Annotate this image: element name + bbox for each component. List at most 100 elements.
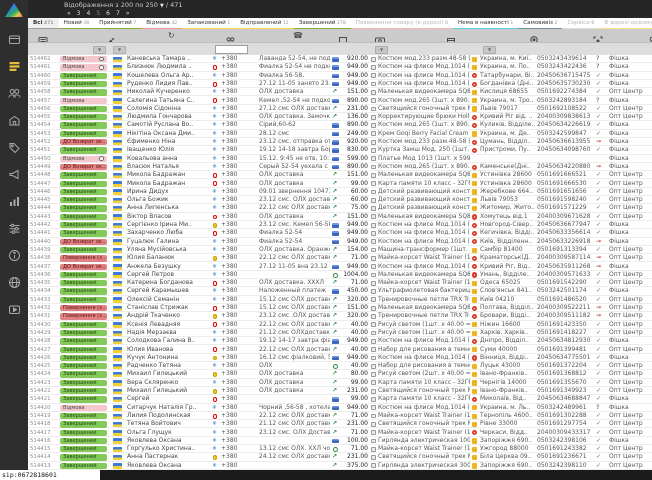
table-row[interactable]: 514421ЗавершенийСергей+38099.00Карта пам…: [28, 395, 652, 403]
delivery-address: Полтава, Відділ..: [480, 304, 535, 312]
table-row[interactable]: 514431Повернення (з..Андрій Ткаченко+380…: [28, 312, 652, 320]
product-name: Рисуй светом (1шт. х 40.00 = 40..: [378, 321, 470, 329]
table-row[interactable]: 514435ЗавершенийКатерина Богданова+380ОЛ…: [28, 279, 652, 287]
page-5-button[interactable]: 5: [93, 10, 103, 17]
table-row[interactable]: 514424ЗавершенийМихаил Гилецький+380ОЛХ …: [28, 370, 652, 378]
table-row[interactable]: 514419ЗавершенийЛилия Подолинская+38022.…: [28, 412, 652, 420]
table-row[interactable]: 514427ЗавершенийЮлия Иванова+38022.12 см…: [28, 346, 652, 354]
table-row[interactable]: 514448ЗавершенийМикола Бадражан+380ОЛХ д…: [28, 171, 652, 179]
table-row[interactable]: 514414ЗавершенийАнна Пастернак+38024.12 …: [28, 453, 652, 461]
delivery-status-icon: ✓: [596, 321, 606, 329]
contacts-icon[interactable]: [0, 78, 28, 105]
table-row[interactable]: 514420ВідмоваСитарчук Наталія Гр..✳+380Ч…: [28, 404, 652, 412]
column-phone-icon[interactable]: ☎: [293, 31, 303, 41]
table-row[interactable]: 514425ЗавершенийРадченко Тетяна✳+380ОЛХ4…: [28, 362, 652, 370]
product-name: Майка-корсет Waist Trainer (1ш..: [378, 254, 470, 262]
tab-5[interactable]: Відправлений12: [235, 18, 294, 29]
page-last-button[interactable]: »: [123, 10, 133, 17]
table-row[interactable]: 514429ЗавершенийНадія Мерзаєва✳+38021.12…: [28, 329, 652, 337]
table-row[interactable]: 514434ЗавершенийСергей Карамышев✳+380Нал…: [28, 287, 652, 295]
tab-10[interactable]: Сервіси0: [562, 18, 599, 29]
table-row[interactable]: 514432Повернення (з..Станіслав Стрижак+3…: [28, 304, 652, 312]
order-comment: Фиалка 52-54 не подходит: [259, 63, 330, 71]
table-row[interactable]: 514441ЗавершенийЗахарченко Люба+380Фиалк…: [28, 229, 652, 237]
table-row[interactable]: 514455ЗавершенийЛюдмила Гончарова✳+380ОЛ…: [28, 113, 652, 121]
tab-6[interactable]: Завершений278: [294, 18, 351, 29]
statistics-icon[interactable]: [0, 186, 28, 213]
column-status-refresh-icon[interactable]: ↻: [168, 31, 175, 41]
orders-icon[interactable]: [0, 51, 28, 78]
flag-filter-dropdown[interactable]: ▼: [113, 46, 126, 54]
page-7-button[interactable]: 7: [113, 10, 123, 17]
tab-1[interactable]: Новий48: [59, 18, 95, 29]
table-row[interactable]: 514451ЗавершенийІващенко Юлія✳+38019.12 …: [28, 146, 652, 154]
table-row[interactable]: 514423ЗавершенийВера Скляренко✳+380ОЛХ д…: [28, 379, 652, 387]
video-icon[interactable]: [0, 294, 28, 321]
table-row[interactable]: 514418ЗавершенийТетяна Войтович✳+38021.1…: [28, 420, 652, 428]
ukraine-flag-icon: [113, 181, 122, 186]
announcements-icon[interactable]: [0, 159, 28, 186]
payments-icon[interactable]: [0, 24, 28, 51]
page-3-button[interactable]: 3: [74, 10, 84, 17]
table-row[interactable]: 514438Повернення (з..Юлия Баланюк+38022.…: [28, 254, 652, 262]
table-row[interactable]: 514426ЗавершенийКучук Антонина+38016.12 …: [28, 354, 652, 362]
table-row[interactable]: 514439ЗавершенийУляна Мусійовська✳+380ОЛ…: [28, 246, 652, 254]
sip-number: sip:0672818601: [0, 470, 100, 480]
table-row[interactable]: 514443ЗавершенийВіктор Власов+380ОЛХ дос…: [28, 213, 652, 221]
table-row[interactable]: 514445ЗавершенийОльга Божик✳+38023.12 см…: [28, 196, 652, 204]
browser-globe-icon[interactable]: [0, 267, 28, 294]
table-row[interactable]: 514413ЗавершенийЯковлева Оксана✳+380↗375…: [28, 462, 652, 470]
table-row[interactable]: 514460ЗавершенийКошелева Ольга Ар..✳+380…: [28, 72, 652, 80]
table-row[interactable]: 514459ЗавершенийРуденко Лидия Пав..+3802…: [28, 80, 652, 88]
table-row[interactable]: 514450ВідмоваКовальова анна✳+38015.12. 9…: [28, 155, 652, 163]
table-row[interactable]: 514430ЗавершенийКсенія Левадняя+38022.12…: [28, 321, 652, 329]
page-6-button[interactable]: 6: [103, 10, 113, 17]
table-row[interactable]: 514436ЗавершенийСергей Петров✳+3801004.0…: [28, 271, 652, 279]
page-4-button[interactable]: 4: [84, 10, 94, 17]
table-row[interactable]: 514444ЗавершенийАнна Липенська✳+38022.12…: [28, 204, 652, 212]
table-row[interactable]: 514415ЗавершенийГоргулько Христина..✳+38…: [28, 445, 652, 453]
customer-phone: +380: [221, 63, 250, 71]
order-comment: Чорний ,56-58 , хотела исключ..: [259, 404, 330, 412]
tab-4[interactable]: Запакований1: [182, 18, 235, 29]
tags-icon[interactable]: [0, 132, 28, 159]
page-first-button[interactable]: «: [64, 10, 74, 17]
table-row[interactable]: 514417ЗавершенийОльга Глущук✳+38023.12 с…: [28, 429, 652, 437]
tab-7[interactable]: Повернення товару (в дорозі)0: [351, 18, 453, 29]
table-row[interactable]: 514458ЗавершенийНиколай Кучеренко✳+380ОЛ…: [28, 88, 652, 96]
customer-name: Соломія Сідоніна: [127, 105, 210, 113]
table-row[interactable]: 514422ЗавершенийМихаил Гилецький+380ОЛХ …: [28, 387, 652, 395]
table-row[interactable]: 514440ДО Возврат ок..Гуцалюк Галина✳+380…: [28, 238, 652, 246]
payment-filter-dropdown[interactable]: ▼: [375, 46, 388, 54]
table-row[interactable]: 514452ДО Возврат ок..Єфименко Ніна✳+3802…: [28, 138, 652, 146]
table-row[interactable]: 514453ЗавершенийНікітіна Оксана Дми..✳+3…: [28, 130, 652, 138]
table-row[interactable]: 514447ЗавершенийМикола Бадражан+380ОЛХ д…: [28, 180, 652, 188]
tab-3[interactable]: Відмова42: [141, 18, 182, 29]
table-row[interactable]: 514446ЗавершенийИрина Дидух✳+38009.01 зв…: [28, 188, 652, 196]
settings-sliders-icon[interactable]: [0, 213, 28, 240]
table-row[interactable]: 514433ЗавершенийОлексій Семанін✳+38015.1…: [28, 296, 652, 304]
table-row[interactable]: 514437ДО Возврат ок..Анжела Безушку✳+380…: [28, 263, 652, 271]
table-row[interactable]: 514449ДО Возврат ок..Власюк Наталья✳+380…: [28, 163, 652, 171]
phone-filter-input[interactable]: [215, 45, 248, 54]
status-filter-dropdown[interactable]: ▼: [93, 46, 106, 54]
product-filter-dropdown[interactable]: ▼: [483, 46, 496, 54]
table-row[interactable]: 514462ВідмоваКаневська Тамара ..✳+380Лав…: [28, 55, 652, 63]
product-name: Маленькая видеокамера SQ8 *..: [378, 213, 470, 221]
tab-11[interactable]: В дорозі додому0: [599, 18, 652, 29]
table-row[interactable]: 514416ЗавершенийЯковлева Оксана✳+380100.…: [28, 437, 652, 445]
tab-2[interactable]: Прийнятий7: [94, 18, 141, 29]
table-row[interactable]: 514454ЗавершенийСамотій Руслана Во..✳+38…: [28, 121, 652, 129]
per-page-caret-icon[interactable]: ▼: [160, 3, 164, 9]
table-row[interactable]: 514456ЗавершенийСоломія Сідоніна✳+38027.…: [28, 105, 652, 113]
table-row[interactable]: 514428ЗавершенийСолодкова Галина В..✳+38…: [28, 337, 652, 345]
tab-0[interactable]: Всі471: [28, 18, 59, 29]
tab-8[interactable]: Нема в наявності1: [453, 18, 518, 29]
info-icon[interactable]: [0, 240, 28, 267]
delivery-status-icon: →: [596, 163, 606, 171]
tab-9[interactable]: Самовивіз2: [518, 18, 562, 29]
company-icon[interactable]: [0, 105, 28, 132]
table-row[interactable]: 514457ВідмоваСалегина Татьяна С..+380Кем…: [28, 97, 652, 105]
table-row[interactable]: 514461ВідмоваБлизнюк Людмила ..+380Фиалк…: [28, 63, 652, 71]
table-row[interactable]: 514442ЗавершенийСергієнко Ірина Ми..+380…: [28, 221, 652, 229]
